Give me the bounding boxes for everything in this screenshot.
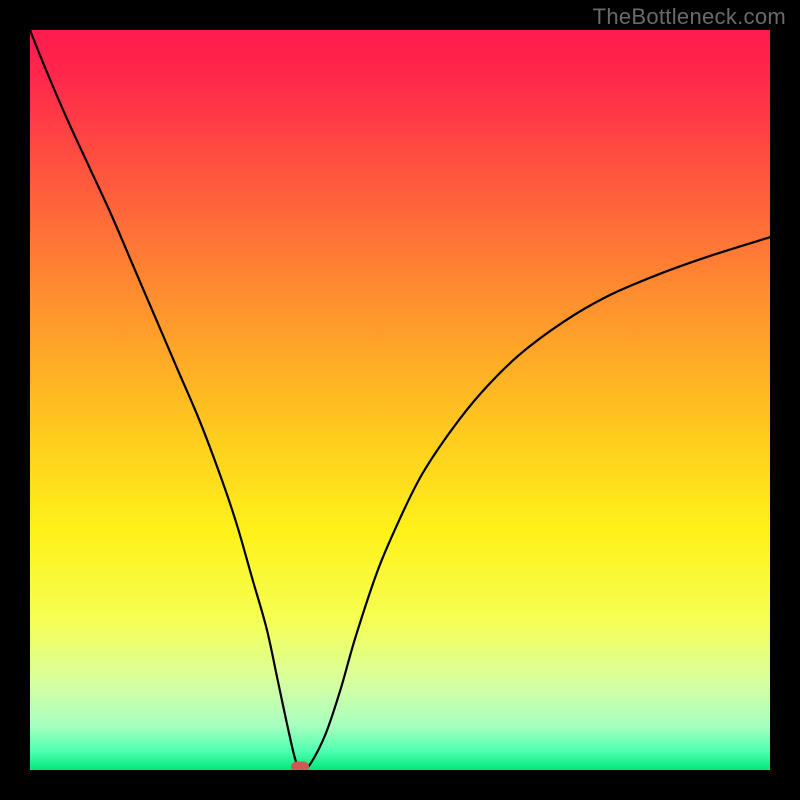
watermark-text: TheBottleneck.com: [593, 4, 786, 30]
optimum-marker: [291, 762, 309, 770]
chart-frame: TheBottleneck.com: [0, 0, 800, 800]
curve-layer: [30, 30, 770, 770]
plot-area: [30, 30, 770, 770]
bottleneck-curve: [30, 30, 770, 769]
